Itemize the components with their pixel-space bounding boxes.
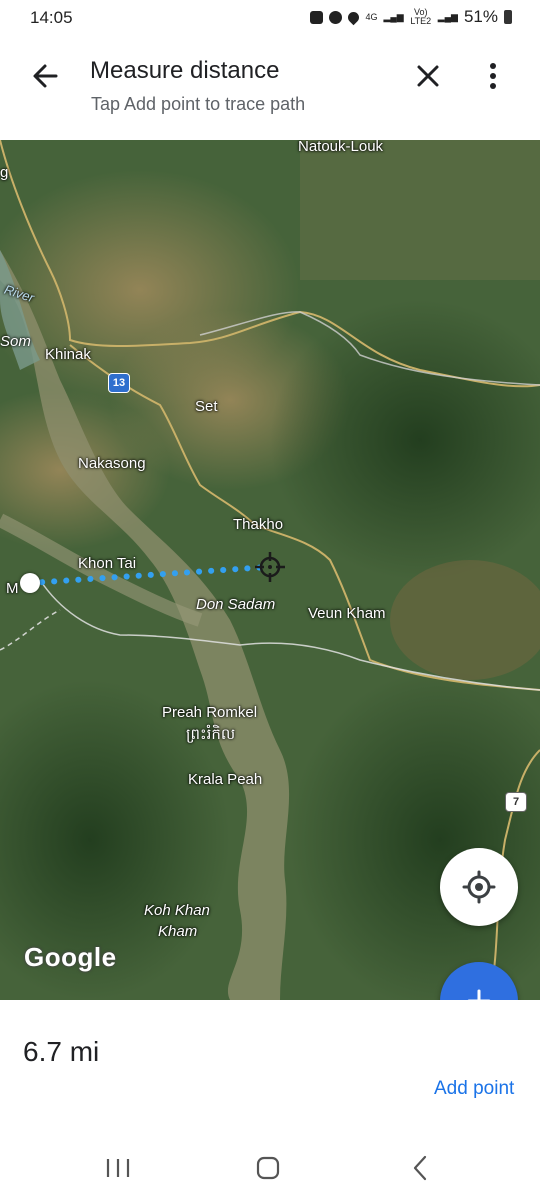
total-distance: 6.7 mi	[23, 1036, 100, 1067]
lte-indicator: Vo) LTE2	[410, 7, 432, 26]
google-logo: Google	[24, 942, 117, 972]
page-title: Measure distance	[90, 57, 280, 84]
network-type: 4G	[365, 11, 378, 22]
measurement-panel: 6.7 mi Add point	[0, 1000, 540, 1130]
nav-back-button[interactable]	[398, 1148, 442, 1188]
close-icon	[417, 65, 439, 87]
my-location-icon	[462, 870, 496, 904]
add-point-button[interactable]: Add point	[434, 1078, 514, 1100]
back-icon	[413, 1155, 427, 1181]
more-vert-icon	[490, 63, 496, 89]
notification-icon	[310, 10, 324, 24]
back-arrow-icon	[33, 64, 58, 88]
battery-level: 51%	[463, 7, 498, 26]
signal-strength-2-icon: ▂▄▆	[437, 11, 458, 22]
app-bar: Measure distance Tap Add point to trace …	[0, 40, 540, 140]
recents-icon	[106, 1159, 130, 1177]
location-icon	[346, 9, 362, 25]
page-subtitle: Tap Add point to trace path	[91, 94, 306, 114]
signal-strength-icon: ▂▄▆	[383, 11, 404, 22]
status-time: 14:05	[30, 8, 73, 27]
close-button[interactable]	[410, 58, 446, 94]
status-icons: 4G ▂▄▆ Vo) LTE2 ▂▄▆ 51%	[310, 7, 512, 27]
path-start-point[interactable]	[20, 573, 40, 593]
my-location-button[interactable]	[440, 848, 518, 926]
more-options-button[interactable]	[478, 58, 508, 94]
battery-icon	[504, 10, 512, 24]
status-bar: 14:05 4G ▂▄▆ Vo) LTE2 ▂▄▆ 51%	[0, 0, 540, 38]
crosshair-icon[interactable]	[255, 552, 285, 582]
system-nav-bar	[0, 1130, 540, 1204]
back-button[interactable]	[28, 58, 64, 94]
home-button[interactable]	[246, 1148, 290, 1188]
alarm-icon	[329, 10, 343, 24]
home-icon	[256, 1156, 280, 1180]
recents-button[interactable]	[96, 1148, 140, 1188]
